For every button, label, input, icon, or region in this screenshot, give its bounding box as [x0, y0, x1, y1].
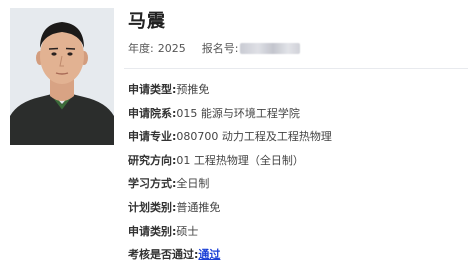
- info-row-application-category: 申请类别:硕士: [128, 224, 468, 248]
- applicant-meta: 年度: 2025 报名号:: [128, 40, 301, 56]
- info-label: 学习方式:: [128, 177, 177, 191]
- info-value: 01 工程热物理（全日制）: [176, 153, 304, 167]
- info-label: 申请院系:: [128, 106, 177, 120]
- info-row-research-direction: 研究方向:01 工程热物理（全日制）: [128, 153, 468, 177]
- info-value: 普通推免: [176, 200, 221, 214]
- info-row-study-mode: 学习方式:全日制: [128, 176, 468, 200]
- assessment-result-link[interactable]: 通过: [198, 248, 220, 261]
- application-info-list: 申请类型:预推免 申请院系:015 能源与环境工程学院 申请专业:080700 …: [128, 82, 468, 267]
- year-value: 2025: [157, 41, 186, 55]
- info-label: 申请类型:: [128, 83, 177, 96]
- header-divider: [124, 68, 468, 69]
- info-row-major: 申请专业:080700 动力工程及工程热物理: [128, 129, 468, 153]
- registration-number-redacted: [240, 42, 301, 54]
- application-detail-card: 马震 年度: 2025 报名号: 申请类型:预推免 申请院系:015 能源与环境…: [0, 0, 474, 267]
- info-row-assessment-result: 考核是否通过:通过: [128, 247, 468, 267]
- registration-label: 报名号:: [201, 42, 239, 55]
- info-row-plan-category: 计划类别:普通推免: [128, 200, 468, 224]
- info-value: 预推免: [176, 83, 210, 96]
- info-label: 计划类别:: [128, 200, 177, 214]
- applicant-name: 马震: [128, 11, 166, 32]
- info-label: 研究方向:: [128, 153, 177, 167]
- info-value: 硕士: [176, 224, 199, 238]
- info-row-application-type: 申请类型:预推免: [128, 82, 468, 106]
- info-label: 考核是否通过:: [128, 248, 199, 262]
- info-value: 080700 动力工程及工程热物理: [176, 130, 332, 144]
- info-row-department: 申请院系:015 能源与环境工程学院: [128, 106, 468, 130]
- year-label: 年度:: [128, 42, 154, 55]
- info-label: 申请类别:: [128, 224, 177, 238]
- info-label: 申请专业:: [128, 130, 177, 144]
- info-value: 015 能源与环境工程学院: [176, 106, 300, 120]
- info-value: 全日制: [176, 177, 210, 191]
- applicant-photo: [10, 8, 114, 145]
